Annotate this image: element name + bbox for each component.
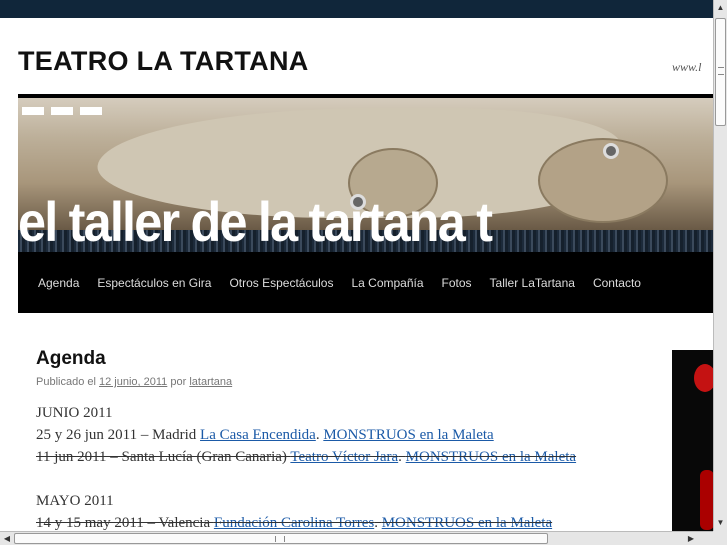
nav-item-fotos[interactable]: Fotos xyxy=(442,276,472,290)
scroll-right-arrow-icon[interactable]: ▶ xyxy=(685,533,697,545)
nav-item-taller-latartana[interactable]: Taller LaTartana xyxy=(490,276,575,290)
venue-link[interactable]: La Casa Encendida xyxy=(200,427,316,443)
nav-item-otros-espect-culos[interactable]: Otros Espectáculos xyxy=(229,276,333,290)
show-link[interactable]: MONSTRUOS en la Maleta xyxy=(382,515,552,531)
entry-date-text: 25 y 26 jun 2011 – Madrid xyxy=(36,427,201,443)
scroll-down-arrow-icon[interactable]: ▼ xyxy=(715,517,726,529)
horizontal-scrollbar[interactable]: ◀ ▶ xyxy=(0,531,713,545)
agenda-entry: 14 y 15 may 2011 – Valencia Fundación Ca… xyxy=(36,512,656,531)
month-heading: JUNIO 2011 xyxy=(36,405,113,421)
red-shape xyxy=(700,470,713,530)
horizontal-scroll-thumb[interactable] xyxy=(14,533,548,544)
banner-slogan: el taller de la tartana t xyxy=(18,190,493,252)
vertical-scrollbar[interactable]: ▲ ▼ xyxy=(713,0,727,531)
post-title[interactable]: Agenda xyxy=(36,348,656,370)
venue-link[interactable]: Teatro Víctor Jara xyxy=(290,449,398,465)
site-title[interactable]: TEATRO LA TARTANA xyxy=(18,46,309,77)
meta-prefix: Publicado el xyxy=(36,376,96,388)
separator: . xyxy=(398,449,406,465)
vertical-scroll-thumb[interactable] xyxy=(715,18,726,126)
sidebar-image[interactable] xyxy=(672,350,713,531)
banner-nut xyxy=(603,143,619,159)
post-content: Agenda Publicado el 12 junio, 2011 por l… xyxy=(36,348,656,531)
agenda-entry: 11 jun 2011 – Santa Lucía (Gran Canaria)… xyxy=(36,446,656,468)
month-heading: MAYO 2011 xyxy=(36,493,114,509)
nav-item-espect-culos-en-gira[interactable]: Espectáculos en Gira xyxy=(97,276,211,290)
post-body: JUNIO 2011 25 y 26 jun 2011 – Madrid La C… xyxy=(36,402,656,531)
site-description: www.l xyxy=(672,60,702,74)
nav-item-contacto[interactable]: Contacto xyxy=(593,276,641,290)
page: TEATRO LA TARTANA www.l el taller de la … xyxy=(0,18,713,531)
post-date-link[interactable]: 12 junio, 2011 xyxy=(99,376,167,388)
main-nav: Agenda Espectáculos en Gira Otros Espectác… xyxy=(18,252,713,313)
top-bar xyxy=(0,0,713,18)
meta-by: por xyxy=(170,376,187,388)
nav-item-la-compa-a[interactable]: La Compañía xyxy=(351,276,423,290)
banner-dots xyxy=(22,107,102,115)
venue-link[interactable]: Fundación Carolina Torres xyxy=(214,515,374,531)
show-link[interactable]: MONSTRUOS en la Maleta xyxy=(323,427,493,443)
scroll-up-arrow-icon[interactable]: ▲ xyxy=(715,2,726,14)
entry-date-text: 11 jun 2011 – Santa Lucía (Gran Canaria) xyxy=(36,449,291,465)
header-banner[interactable]: el taller de la tartana t xyxy=(18,94,713,252)
show-link[interactable]: MONSTRUOS en la Maleta xyxy=(406,449,576,465)
separator: . xyxy=(374,515,382,531)
entry-date-text: 14 y 15 may 2011 – Valencia xyxy=(36,515,214,531)
post-meta: Publicado el 12 junio, 2011 por latartan… xyxy=(36,376,656,388)
apple-image xyxy=(694,364,713,392)
scrollbar-corner xyxy=(713,531,727,545)
nav-item-agenda[interactable]: Agenda xyxy=(38,276,79,290)
post-author-link[interactable]: latartana xyxy=(189,376,232,388)
scroll-left-arrow-icon[interactable]: ◀ xyxy=(1,533,13,545)
agenda-entry: 25 y 26 jun 2011 – Madrid La Casa Encend… xyxy=(36,424,656,446)
